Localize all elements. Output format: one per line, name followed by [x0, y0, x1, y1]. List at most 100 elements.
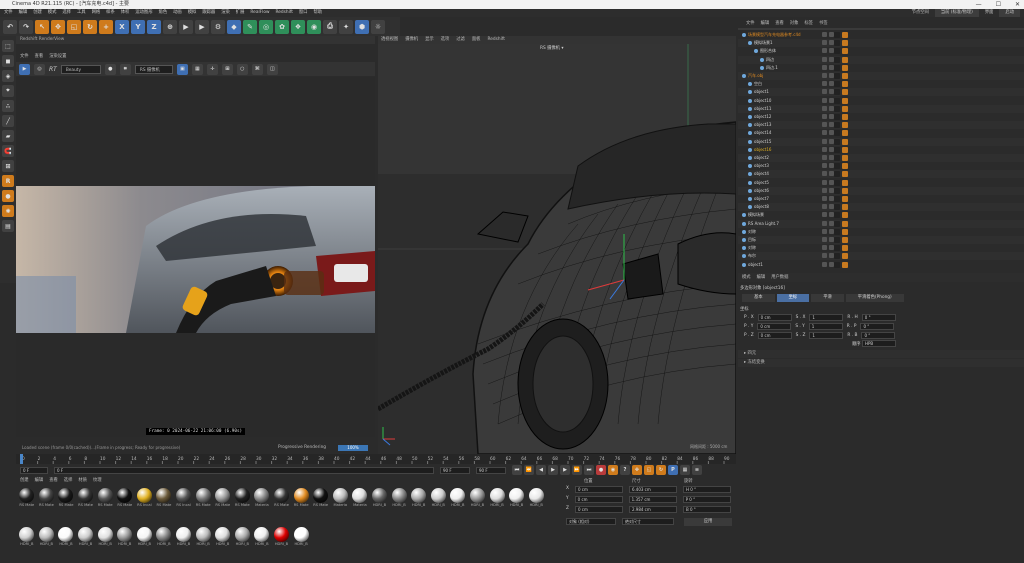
record-icon[interactable]: ● — [596, 465, 606, 475]
object-menu-item[interactable]: 查看 — [775, 20, 784, 28]
menu-item[interactable]: Redshift — [275, 9, 292, 17]
texture-tag-icon[interactable] — [842, 196, 848, 202]
material-tag-icon[interactable] — [834, 64, 840, 71]
object-menu-item[interactable]: 标签 — [804, 20, 813, 28]
scale-icon[interactable]: ◱ — [67, 19, 81, 34]
object-menu-item[interactable]: 对象 — [790, 20, 799, 28]
object-row[interactable]: object4 — [738, 170, 1024, 179]
material-swatch[interactable]: HDRI_B — [116, 526, 134, 553]
texture-tag-icon[interactable] — [842, 81, 848, 88]
camera-icon[interactable]: ⎙ — [323, 19, 337, 34]
redo-icon[interactable]: ↷ — [19, 19, 33, 34]
editor-visibility-icon[interactable] — [822, 138, 827, 144]
visibility-flags[interactable] — [822, 253, 834, 259]
material-tag-icon[interactable] — [834, 212, 840, 219]
attribute-tab[interactable]: 平滑 — [811, 294, 844, 302]
object-row[interactable]: 四边.1 — [738, 64, 1024, 72]
material-swatch[interactable]: RS Mate — [312, 488, 330, 514]
editor-visibility-icon[interactable] — [822, 89, 827, 95]
menu-item[interactable]: 动画 — [173, 9, 182, 17]
position-field[interactable]: 0 cm — [574, 496, 623, 503]
material-tag-icon[interactable] — [834, 73, 840, 79]
redshift-material-icon[interactable]: ● — [2, 190, 14, 202]
visibility-flags[interactable] — [822, 122, 834, 128]
select-icon[interactable]: ↖ — [35, 19, 49, 34]
autokey-icon[interactable]: ◉ — [608, 465, 618, 475]
visibility-flags[interactable] — [822, 261, 834, 267]
editor-visibility-icon[interactable] — [822, 122, 827, 128]
rot-field[interactable]: 0 ° — [861, 313, 896, 321]
stamp-icon[interactable]: ⌘ — [251, 63, 263, 75]
material-tag-icon[interactable] — [834, 48, 840, 55]
menu-item[interactable]: 渲染 — [221, 9, 230, 17]
tag-icon[interactable]: ⬢ — [355, 19, 369, 34]
material-swatch[interactable]: HDRI_B — [527, 488, 545, 514]
rv-menu-file[interactable]: 文件 — [20, 53, 29, 61]
material-swatch[interactable]: RS Mate — [77, 488, 95, 514]
maximize-button[interactable]: ☐ — [996, 0, 1001, 9]
rotation-field[interactable]: H 0 ° — [682, 486, 731, 493]
texture-tag-icon[interactable] — [842, 146, 848, 153]
material-tag-icon[interactable] — [834, 130, 840, 137]
rotation-field[interactable]: B 0 ° — [682, 506, 731, 513]
material-menu-item[interactable]: 纹理 — [93, 477, 102, 485]
grid-icon[interactable]: ▦ — [191, 63, 203, 75]
material-tag-icon[interactable] — [834, 32, 840, 38]
key-select-icon[interactable]: ? — [620, 465, 630, 475]
menu-item[interactable]: 工具 — [77, 9, 86, 17]
workplane-icon[interactable]: ⊞ — [2, 160, 14, 172]
pos-field[interactable]: 0 cm — [757, 313, 792, 321]
axis-mode-icon[interactable]: ⌖ — [2, 85, 14, 97]
material-swatch[interactable]: HDRI_B — [155, 526, 173, 553]
object-row[interactable]: object7 — [738, 195, 1024, 203]
object-menu-item[interactable]: 书签 — [819, 20, 828, 28]
snap-icon[interactable]: 🧲 — [2, 145, 14, 157]
object-row[interactable]: RS Area Light.7 — [738, 219, 1024, 228]
texture-tag-icon[interactable] — [842, 105, 848, 112]
material-swatch[interactable]: HDRI_B — [96, 526, 114, 553]
texture-tag-icon[interactable] — [842, 138, 848, 145]
texture-tag-icon[interactable] — [842, 89, 848, 96]
material-swatch[interactable]: HDRI_B — [194, 526, 212, 553]
attribute-menu-item[interactable]: 模式 — [742, 273, 751, 282]
material-tag-icon[interactable] — [834, 146, 840, 153]
visibility-flags[interactable] — [822, 196, 834, 201]
material-swatch[interactable]: Materia — [351, 488, 369, 514]
key-move-icon[interactable]: ✥ — [632, 465, 642, 475]
texture-tag-icon[interactable] — [842, 40, 848, 47]
cloner-icon[interactable]: ✿ — [275, 19, 289, 34]
snapshot-icon[interactable]: ● — [104, 63, 116, 75]
order-select[interactable]: HPB — [861, 340, 896, 347]
material-tag-icon[interactable] — [834, 40, 840, 47]
light-icon[interactable]: ✦ — [339, 19, 353, 34]
menu-item[interactable]: 扩展 — [236, 9, 245, 17]
object-row[interactable]: object11 — [738, 104, 1024, 113]
menu-item[interactable]: 体积 — [121, 9, 130, 17]
viewport[interactable] — [378, 44, 736, 454]
visibility-flags[interactable] — [822, 64, 834, 70]
polygons-mode-icon[interactable]: ▰ — [2, 130, 14, 142]
material-tag-icon[interactable] — [834, 253, 840, 260]
camera-select[interactable]: RS 摄像机 — [134, 64, 173, 74]
viewport-menu-item[interactable]: 选项 — [441, 36, 450, 44]
menu-item[interactable]: 样条 — [106, 9, 115, 17]
texture-tag-icon[interactable] — [842, 122, 848, 129]
object-menu-item[interactable]: 编辑 — [761, 20, 770, 28]
material-swatch[interactable]: HDRI_B — [136, 526, 154, 553]
texture-tag-icon[interactable] — [842, 179, 848, 186]
start-frame-field[interactable]: 0 F — [20, 466, 48, 474]
editor-visibility-icon[interactable] — [822, 146, 827, 152]
attribute-tab[interactable]: 平滑着色(Phong) — [845, 294, 904, 302]
texture-tag-icon[interactable] — [842, 204, 848, 211]
menu-item[interactable]: 编辑 — [19, 9, 28, 17]
material-swatch[interactable]: RS Mate — [155, 488, 173, 514]
points-mode-icon[interactable]: ∴ — [2, 100, 14, 112]
material-tag-icon[interactable] — [834, 220, 840, 227]
object-row[interactable]: 空白 — [738, 80, 1024, 88]
position-field[interactable]: 0 cm — [574, 486, 623, 493]
material-tag-icon[interactable] — [834, 179, 840, 186]
editor-visibility-icon[interactable] — [822, 130, 827, 136]
play-icon[interactable]: ▶ — [548, 465, 558, 475]
visibility-flags[interactable] — [822, 48, 834, 54]
material-swatch[interactable]: RS Incal — [136, 488, 154, 514]
